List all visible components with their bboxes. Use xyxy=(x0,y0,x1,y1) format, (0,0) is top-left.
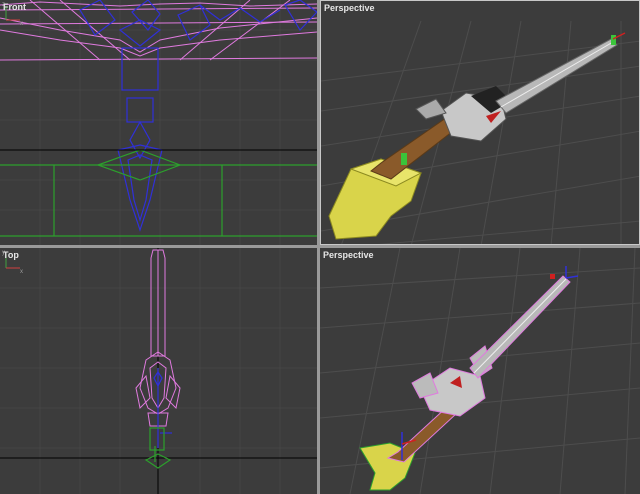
viewport-layout: Front z x Perspective Top y x Perspectiv… xyxy=(0,0,640,494)
svg-text:x: x xyxy=(20,269,23,274)
front-viewport[interactable]: Front z x xyxy=(0,0,317,245)
svg-text:x: x xyxy=(20,21,23,26)
viewport-label-top[interactable]: Top xyxy=(3,250,19,260)
viewport-label-front[interactable]: Front xyxy=(3,2,26,12)
perspective-scene-1 xyxy=(321,20,639,244)
front-wireframe xyxy=(0,0,317,245)
blade-mesh xyxy=(469,275,571,379)
viewport-label-perspective-2[interactable]: Perspective xyxy=(323,250,374,260)
perspective-scene-2 xyxy=(320,248,640,494)
handle-mesh xyxy=(386,405,457,463)
perspective-viewport-2[interactable]: Perspective xyxy=(320,248,640,494)
top-viewport[interactable]: Top y x xyxy=(0,248,317,494)
top-wireframe xyxy=(0,248,317,494)
viewport-label-perspective-1[interactable]: Perspective xyxy=(324,3,375,13)
perspective-viewport-active[interactable]: Perspective xyxy=(320,0,640,245)
